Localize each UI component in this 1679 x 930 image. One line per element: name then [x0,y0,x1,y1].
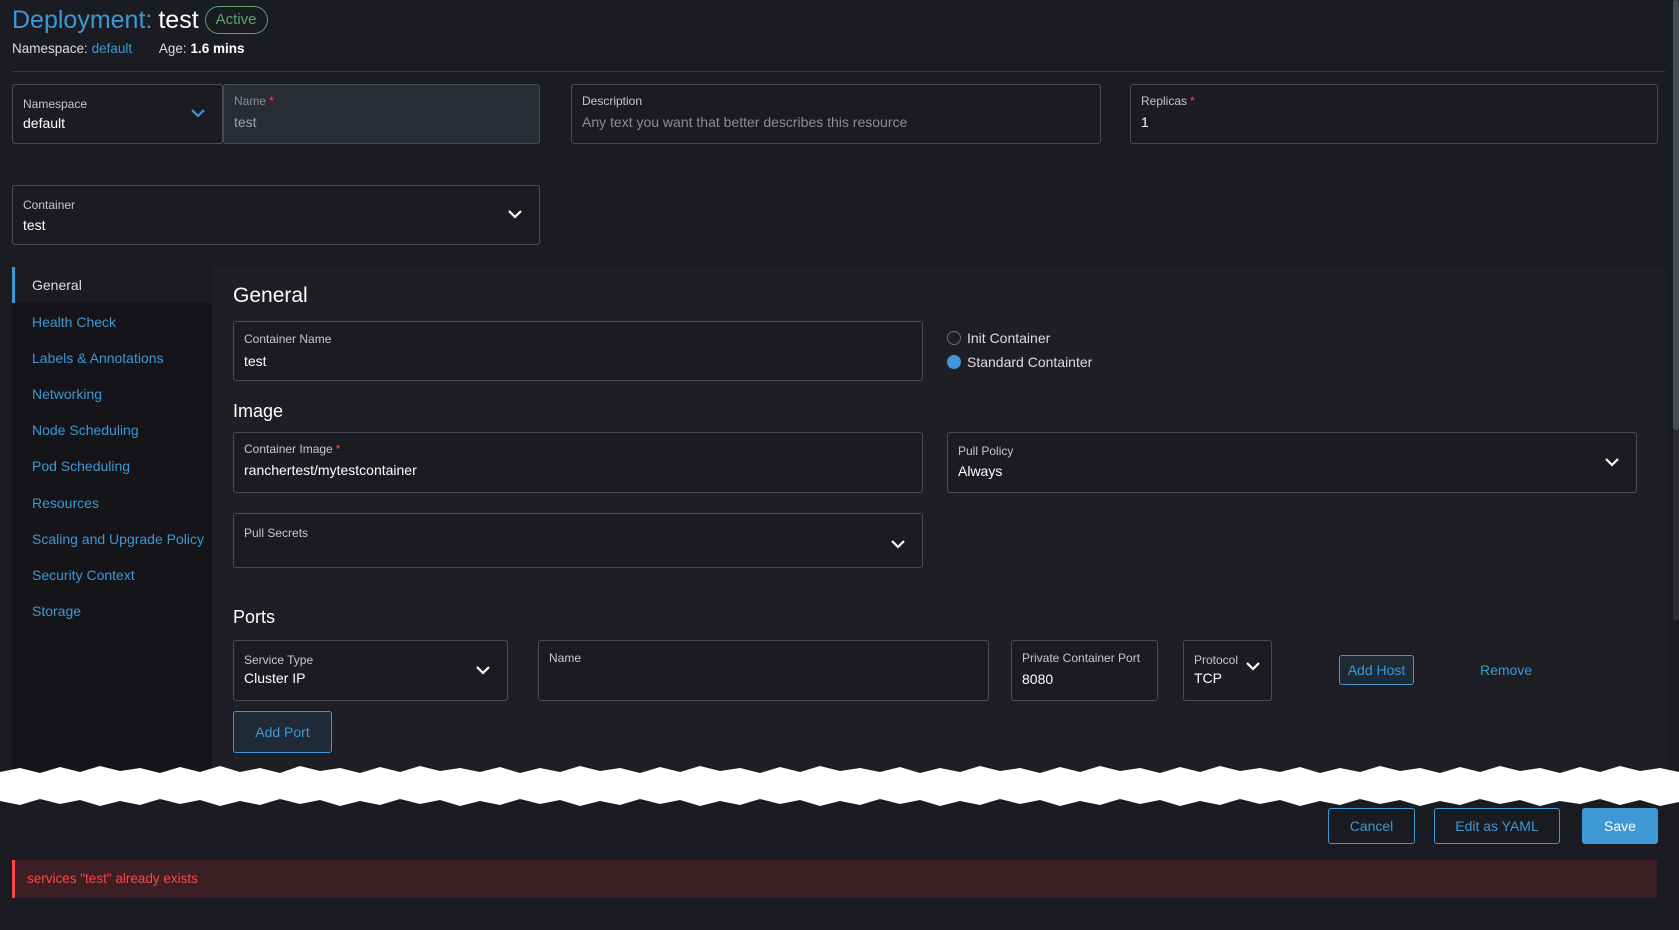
sidebar-item-networking[interactable]: Networking [12,376,212,412]
page-title: Deployment: test Active [12,4,268,36]
chevron-down-icon [190,108,206,118]
required-marker: * [269,94,274,108]
remove-port-button[interactable]: Remove [1480,662,1532,678]
radio-init-container[interactable]: Init Container [947,330,1050,346]
chevron-down-icon [507,209,523,219]
ports-heading: Ports [233,607,276,627]
radio-unchecked-icon [947,331,961,345]
name-field-label: Name [234,94,267,108]
name-field[interactable]: Name * test [223,84,540,144]
header-divider [12,71,1665,72]
page-title-name: test [158,6,199,34]
service-type-select[interactable]: Service Type Cluster IP [233,640,508,701]
container-image-field[interactable]: Container Image * ranchertest/mytestconta… [233,432,923,493]
radio-standard-label: Standard Containter [967,354,1093,370]
container-name-value: test [244,353,267,369]
sidebar-item-pod-scheduling[interactable]: Pod Scheduling [12,448,212,484]
scrollbar-thumb[interactable] [1673,0,1679,430]
container-image-label-wrap: Container Image * [244,442,340,456]
radio-checked-icon [947,355,961,369]
container-image-value: ranchertest/mytestcontainer [244,462,417,478]
replicas-field-label: Replicas [1141,94,1188,108]
replicas-field-value: 1 [1141,114,1149,130]
general-heading: General [233,284,308,307]
cancel-button[interactable]: Cancel [1328,808,1415,844]
port-name-field[interactable]: Name [538,640,989,701]
sidebar-item-storage[interactable]: Storage [12,593,212,629]
required-marker: * [1190,94,1195,108]
namespace-select-value: default [23,115,66,131]
sidebar-item-health-check[interactable]: Health Check [12,304,212,340]
chevron-down-icon [1604,457,1620,467]
sidebar-item-general[interactable]: General [12,267,212,303]
pull-policy-value: Always [958,463,1003,479]
sidebar-item-resources[interactable]: Resources [12,485,212,521]
namespace-select-label: Namespace [23,97,88,111]
container-tab-sidebar: General Health Check Labels & Annotation… [12,267,212,772]
sidebar-item-security-context[interactable]: Security Context [12,557,212,593]
sidebar-item-labels-annotations[interactable]: Labels & Annotations [12,340,212,376]
container-name-label: Container Name [244,332,332,346]
chevron-down-icon [890,539,906,549]
protocol-value: TCP [1194,670,1222,686]
container-select-label: Container [23,198,76,212]
container-name-field[interactable]: Container Name test [233,321,923,381]
sidebar-item-scaling-upgrade[interactable]: Scaling and Upgrade Policy [12,521,212,557]
namespace-select[interactable]: Namespace default [12,84,223,144]
service-type-label: Service Type [244,653,314,667]
chevron-down-icon [1245,661,1261,671]
error-banner: services "test" already exists [12,860,1657,898]
edit-as-yaml-button[interactable]: Edit as YAML [1434,808,1560,844]
service-type-value: Cluster IP [244,670,306,686]
chevron-down-icon [475,665,491,675]
image-heading: Image [233,401,284,421]
error-message: services "test" already exists [27,871,198,886]
name-field-value: test [234,114,257,130]
add-host-button[interactable]: Add Host [1339,655,1414,685]
name-field-label-wrap: Name * [234,94,274,108]
port-name-label: Name [549,651,582,665]
required-marker: * [335,442,341,456]
screenshot-tear-edge [0,766,1679,806]
private-port-label: Private Container Port [1022,651,1141,665]
resource-meta: Namespace: default Age: 1.6 mins [12,41,244,56]
namespace-meta-label: Namespace: [12,41,88,56]
container-select-value: test [23,217,46,233]
page-title-label: Deployment: [12,6,153,34]
namespace-link[interactable]: default [92,41,133,56]
description-field-label: Description [582,94,643,108]
replicas-field[interactable]: Replicas * 1 [1130,84,1658,144]
container-image-label: Container Image [244,442,333,456]
status-badge: Active [204,6,268,34]
radio-init-label: Init Container [967,330,1051,346]
protocol-label: Protocol [1194,653,1239,667]
pull-secrets-select[interactable]: Pull Secrets [233,513,923,568]
protocol-select[interactable]: Protocol TCP [1183,640,1272,701]
add-port-button[interactable]: Add Port [233,711,332,753]
replicas-field-label-wrap: Replicas * [1141,94,1195,108]
radio-standard-container[interactable]: Standard Containter [947,354,1092,370]
pull-policy-select[interactable]: Pull Policy Always [947,432,1637,493]
age-value: 1.6 mins [190,41,245,56]
age-meta-label: Age: [158,41,187,56]
pull-policy-label: Pull Policy [958,444,1014,458]
pull-secrets-label: Pull Secrets [244,526,309,540]
private-port-value: 8080 [1022,671,1054,687]
description-field-placeholder: Any text you want that better describes … [582,114,908,130]
private-port-field[interactable]: Private Container Port 8080 [1011,640,1158,701]
container-select[interactable]: Container test [12,185,540,245]
description-field[interactable]: Description Any text you want that bette… [571,84,1101,144]
sidebar-item-node-scheduling[interactable]: Node Scheduling [12,412,212,448]
save-button[interactable]: Save [1582,808,1658,844]
